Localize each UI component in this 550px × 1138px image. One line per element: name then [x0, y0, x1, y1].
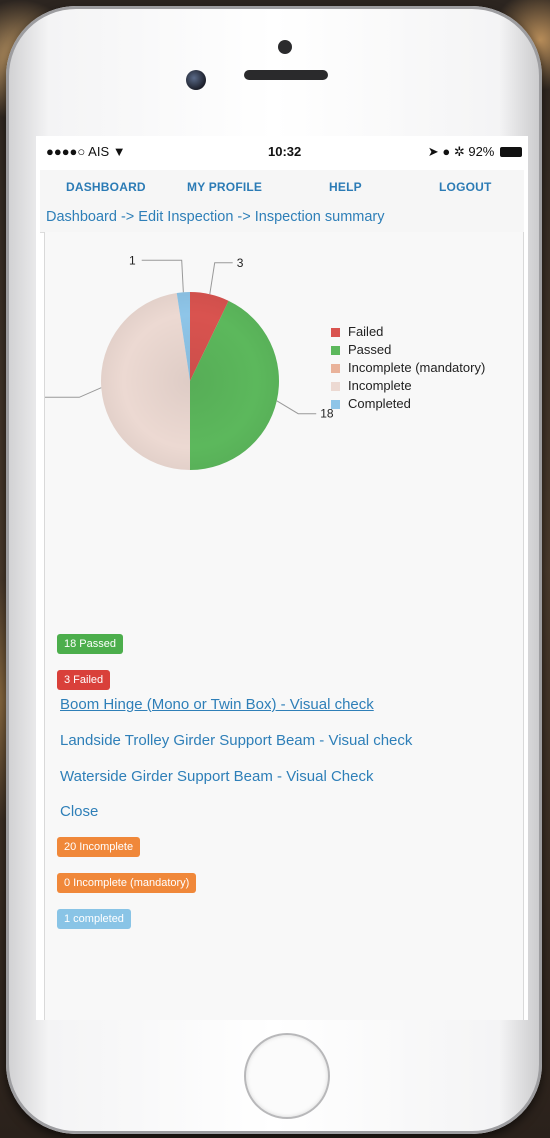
inspection-pie-chart: 3181 FailedPassedIncomplete (mandatory)I… [45, 253, 485, 470]
nav-logout[interactable]: LOGOUT [439, 180, 492, 194]
earpiece-speaker [244, 70, 328, 80]
failed-item-link[interactable]: Landside Trolley Girder Support Beam - V… [60, 732, 412, 749]
close-link[interactable]: Close [60, 803, 98, 820]
completed-badge: 1 completed [57, 909, 131, 929]
status-bar: ●●●●○ AIS ▼ 10:32 ➤ ● ✲ 92% [36, 136, 528, 166]
battery-icon [500, 147, 522, 157]
legend-swatch [331, 364, 340, 373]
pie-leader-line [141, 259, 184, 293]
incomplete-mandatory-badge: 0 Incomplete (mandatory) [57, 873, 197, 893]
legend-swatch [331, 346, 340, 355]
wifi-icon: ▼ [112, 144, 126, 159]
phone-frame: ●●●●○ AIS ▼ 10:32 ➤ ● ✲ 92% DASHBOARD MY… [6, 6, 542, 1134]
failed-item-link[interactable]: Waterside Girder Support Beam - Visual C… [60, 768, 373, 785]
legend-label[interactable]: Incomplete (mandatory) [348, 360, 485, 375]
legend-label[interactable]: Incomplete [348, 378, 412, 393]
legend-swatch [331, 328, 340, 337]
legend-swatch [331, 400, 340, 409]
pie-leader-line [209, 262, 233, 295]
failed-badge: 3 Failed [57, 670, 111, 690]
legend-label[interactable]: Passed [348, 342, 391, 357]
bluetooth-icon: ✲ [453, 144, 465, 159]
failed-item-link[interactable]: Boom Hinge (Mono or Twin Box) - Visual c… [60, 696, 374, 713]
nav-dashboard[interactable]: DASHBOARD [66, 180, 146, 194]
proximity-sensor [278, 40, 292, 54]
clock: 10:32 [268, 144, 302, 159]
incomplete-badge: 20 Incomplete [57, 837, 141, 857]
battery-percent: 92% [468, 144, 495, 159]
breadcrumb[interactable]: Dashboard -> Edit Inspection -> Inspecti… [46, 209, 385, 225]
pie-leader-line [276, 400, 317, 415]
nav-my-profile[interactable]: MY PROFILE [187, 180, 262, 194]
pie-shading [101, 292, 279, 470]
nav-help[interactable]: HELP [329, 180, 362, 194]
main-content: 3 18 1 Failed Passed Incomplete (mandatory) I… [44, 232, 524, 1020]
legend-label[interactable]: Failed [348, 324, 383, 339]
alarm-icon: ● [442, 144, 451, 159]
legend-swatch [331, 382, 340, 391]
pie-data-label: 3 [237, 256, 244, 270]
pie-data-label: 1 [129, 253, 136, 267]
legend-label[interactable]: Completed [348, 396, 411, 411]
front-camera [186, 70, 206, 90]
pie-leader-line [45, 387, 102, 398]
home-button[interactable] [244, 1033, 330, 1119]
carrier-label: ●●●●○ AIS ▼ [46, 144, 126, 159]
location-icon: ➤ [427, 144, 439, 159]
phone-screen: ●●●●○ AIS ▼ 10:32 ➤ ● ✲ 92% DASHBOARD MY… [36, 136, 528, 1020]
top-navigation: DASHBOARD MY PROFILE HELP LOGOUT Dashboa… [40, 170, 524, 233]
passed-badge: 18 Passed [57, 634, 123, 654]
status-right: ➤ ● ✲ 92% [428, 144, 522, 160]
